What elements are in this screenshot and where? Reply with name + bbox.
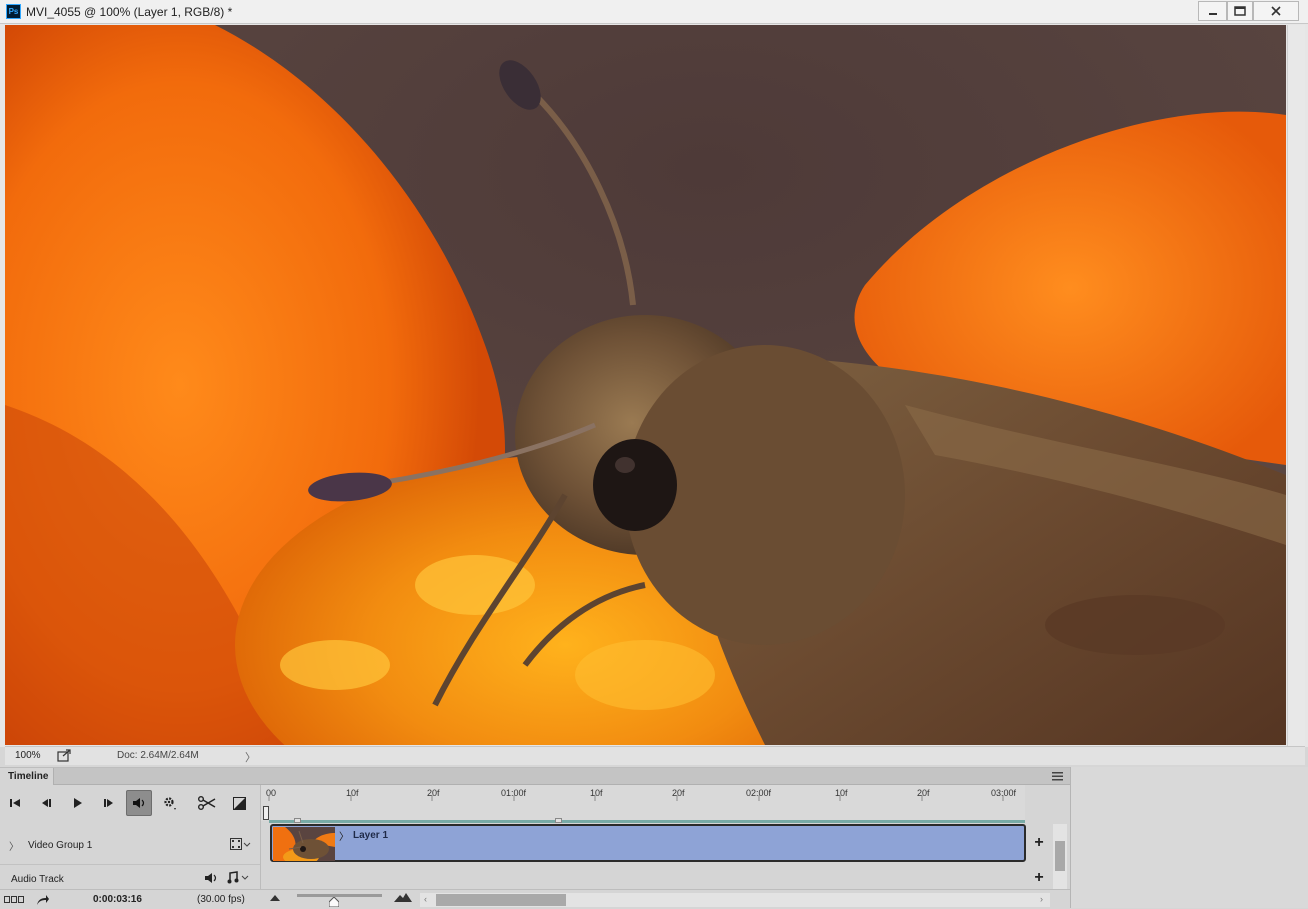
clip-name: Layer 1 — [353, 830, 389, 841]
work-area-start-handle[interactable] — [294, 818, 301, 823]
expand-video-group-icon[interactable]: 〉 — [9, 838, 19, 853]
layer-1-clip[interactable]: 〉 Layer 1 — [270, 824, 1026, 862]
work-area-bar[interactable] — [269, 820, 1025, 823]
film-strip-icon[interactable] — [230, 838, 252, 850]
document-canvas-image[interactable] — [5, 25, 1286, 745]
close-button[interactable] — [1253, 1, 1299, 21]
document-title: MVI_4055 @ 100% (Layer 1, RGB/8) * — [26, 5, 233, 19]
audio-track-header[interactable]: Audio Track — [0, 867, 260, 888]
frame-rate: (30.00 fps) — [197, 894, 245, 905]
zoom-slider-thumb[interactable] — [329, 897, 339, 907]
timeline-zoom-slider[interactable] — [297, 894, 382, 897]
add-media-video-button[interactable]: + — [1028, 832, 1050, 854]
timeline-footer: 0:00:03:16 (30.00 fps) ‹ › — [0, 889, 1070, 909]
scroll-right-icon[interactable]: › — [1040, 894, 1043, 904]
status-menu-arrow-icon[interactable]: 〉 — [245, 749, 256, 765]
export-icon[interactable] — [57, 749, 71, 763]
canvas-vertical-scrollbar[interactable] — [1287, 25, 1305, 765]
clip-thumbnail — [273, 827, 335, 861]
document-status-bar: 100% Doc: 2.64M/2.64M 〉 — [5, 746, 1305, 765]
right-dock-panel — [1070, 767, 1308, 908]
work-area-end-handle[interactable] — [555, 818, 562, 823]
timeline-vertical-scroll-thumb[interactable] — [1055, 841, 1065, 871]
video-group-track-header[interactable]: 〉 Video Group 1 — [0, 824, 260, 865]
maximize-button[interactable] — [1227, 1, 1253, 21]
ruler-ticks — [268, 795, 1004, 801]
scroll-left-icon[interactable]: ‹ — [424, 894, 427, 904]
playhead[interactable] — [263, 806, 269, 820]
zoom-level-field[interactable]: 100% — [9, 749, 53, 763]
audio-mute-icon[interactable] — [204, 872, 218, 884]
clip-options-icon[interactable]: 〉 — [339, 828, 349, 843]
timeline-vertical-scrollbar[interactable] — [1053, 824, 1067, 890]
audio-track-label: Audio Track — [11, 874, 64, 885]
current-timecode[interactable]: 0:00:03:16 — [93, 894, 142, 905]
minimize-icon — [1208, 13, 1217, 15]
zoom-out-mountain-icon[interactable] — [270, 895, 280, 901]
convert-to-frame-animation-icon[interactable] — [4, 896, 24, 904]
music-note-icon[interactable] — [227, 871, 251, 884]
add-media-audio-button[interactable]: + — [1028, 867, 1050, 889]
document-size-info[interactable]: Doc: 2.64M/2.64M — [117, 750, 199, 761]
close-icon — [1271, 6, 1281, 16]
render-video-icon[interactable] — [36, 894, 50, 906]
timeline-horizontal-scrollbar[interactable]: ‹ › — [420, 893, 1050, 907]
maximize-icon — [1234, 6, 1246, 16]
timeline-horizontal-scroll-thumb[interactable] — [436, 894, 566, 906]
document-title-bar: Ps MVI_4055 @ 100% (Layer 1, RGB/8) * — [0, 0, 1308, 24]
photoshop-logo-icon: Ps — [6, 4, 21, 19]
minimize-button[interactable] — [1198, 1, 1227, 21]
video-group-label: Video Group 1 — [28, 840, 93, 851]
zoom-in-mountain-icon[interactable] — [394, 893, 412, 902]
butterfly-photo — [5, 25, 1286, 745]
